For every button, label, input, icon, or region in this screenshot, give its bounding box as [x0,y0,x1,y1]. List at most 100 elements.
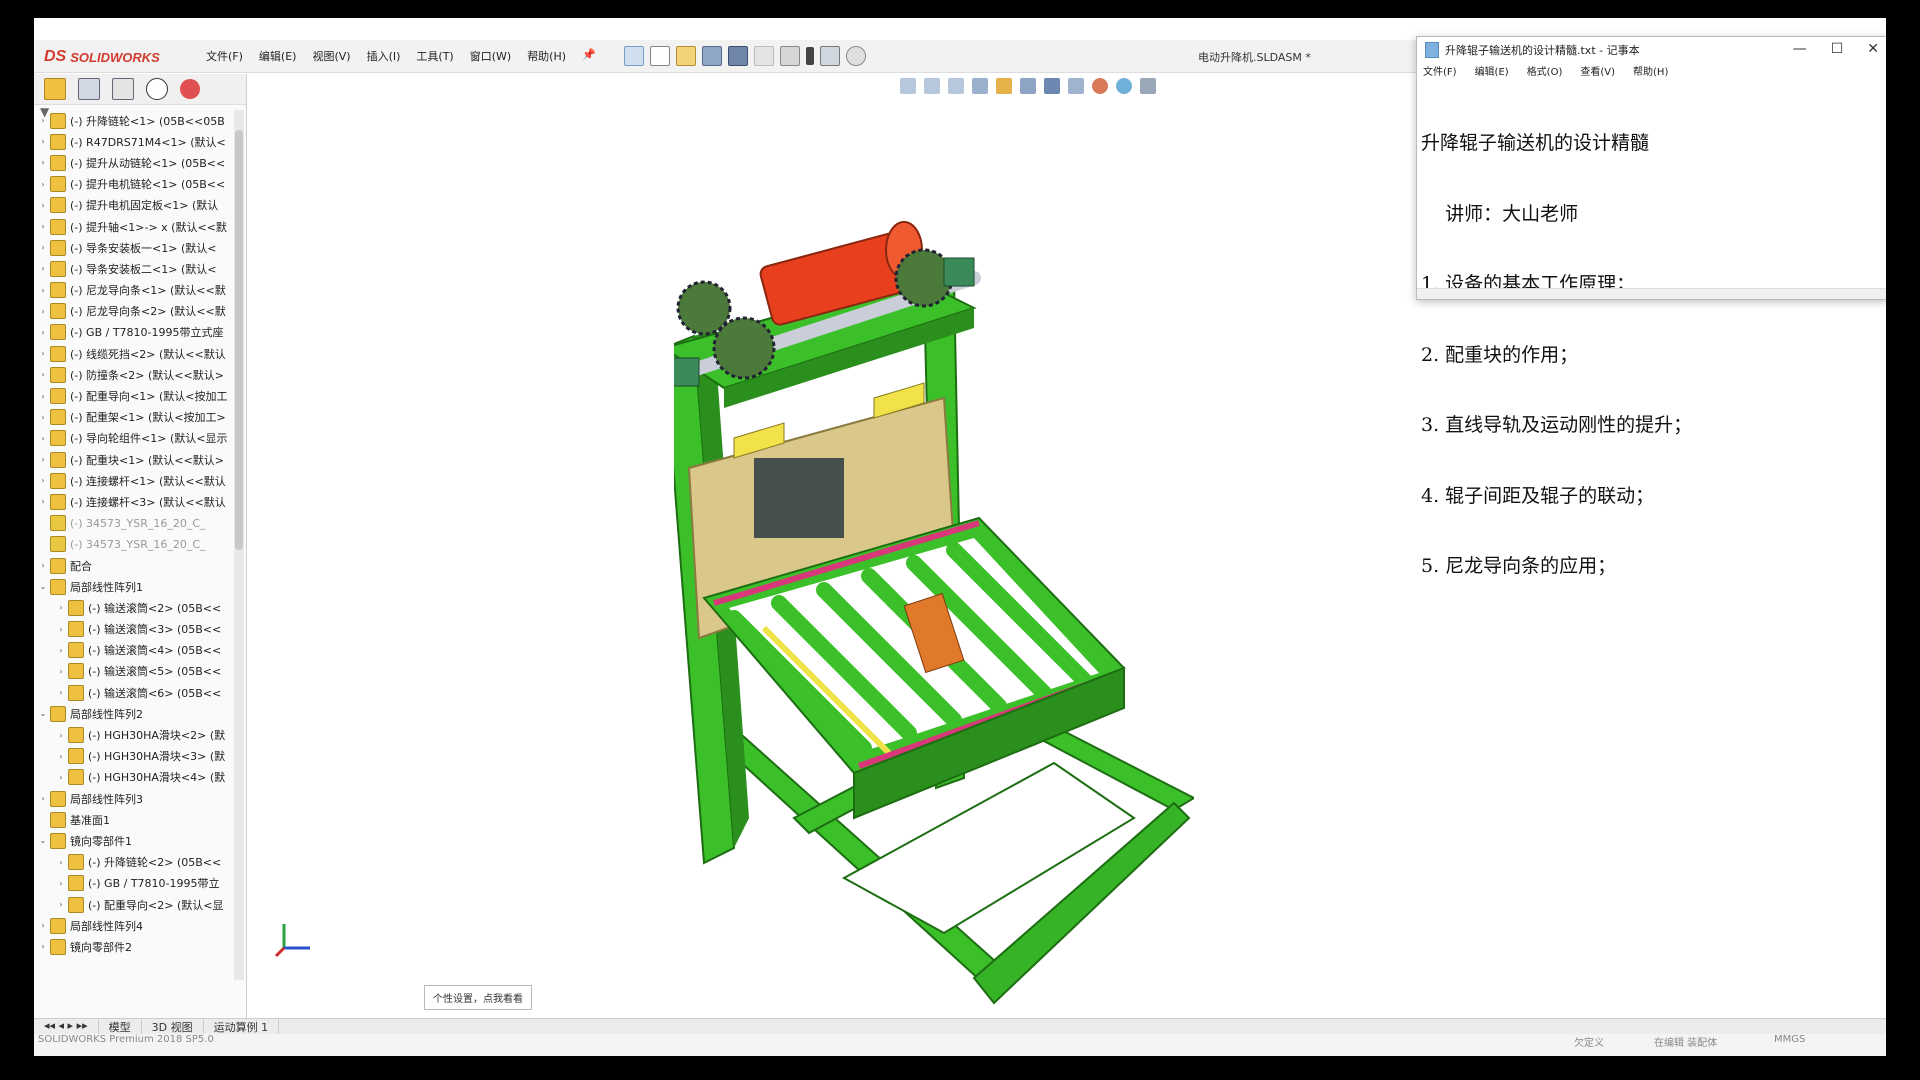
tree-item[interactable]: › (-) HGH30HA滑块<3> (默 [34,746,234,767]
expand-toggle-icon[interactable]: › [38,264,48,273]
previous-view-icon[interactable] [948,78,964,94]
expand-toggle-icon[interactable]: › [38,137,48,146]
tree-item[interactable]: › (-) 配重导向<1> (默认<按加工 [34,385,234,406]
expand-toggle-icon[interactable]: › [56,688,66,697]
menu-edit[interactable]: 编辑(E) [259,48,297,64]
tree-item[interactable]: › (-) 防撞条<2> (默认<<默认> [34,364,234,385]
minimize-button[interactable]: — [1793,41,1807,57]
display-manager-icon[interactable] [180,79,200,99]
expand-toggle-icon[interactable]: › [56,773,66,782]
expand-toggle-icon[interactable]: › [38,392,48,401]
menu-help[interactable]: 帮助(H) [527,48,566,64]
tree-item[interactable]: ⌄ 局部线性阵列1 [34,576,234,597]
tree-item[interactable]: › (-) GB / T7810-1995带立式座 [34,322,234,343]
tree-item[interactable]: › (-) 升降链轮<2> (05B<< [34,852,234,873]
expand-toggle-icon[interactable]: › [38,222,48,231]
pin-icon[interactable]: 📌 [582,48,596,64]
notepad-menu-edit[interactable]: 编辑(E) [1475,63,1509,81]
tree-item[interactable]: › (-) HGH30HA滑块<4> (默 [34,767,234,788]
tree-item[interactable]: › (-) 输送滚筒<2> (05B<< [34,597,234,618]
expand-toggle-icon[interactable]: › [38,497,48,506]
section-view-icon[interactable] [972,78,988,94]
tree-item[interactable]: › (-) 线缆死挡<2> (默认<<默认 [34,343,234,364]
tree-item[interactable]: › (-) 提升轴<1>-> x (默认<<默 [34,216,234,237]
expand-toggle-icon[interactable]: › [56,603,66,612]
tree-item[interactable]: › (-) 升降链轮<1> (05B<<05B [34,110,234,131]
tree-item[interactable]: › (-) 配重块<1> (默认<<默认> [34,449,234,470]
notepad-menu-format[interactable]: 格式(O) [1527,63,1563,81]
menu-file[interactable]: 文件(F) [206,48,243,64]
undo-icon[interactable] [754,46,774,66]
expand-toggle-icon[interactable]: › [38,455,48,464]
tree-item[interactable]: › (-) 导向轮组件<1> (默认<显示 [34,428,234,449]
select-arrow-icon[interactable] [780,46,800,66]
home-icon[interactable] [624,46,644,66]
notepad-hscrollbar[interactable] [1417,288,1886,299]
notepad-text-area[interactable]: 升降辊子输送机的设计精髓 讲师：大山老师 1. 设备的基本工作原理； 2. 配重… [1417,81,1886,626]
expand-toggle-icon[interactable]: › [38,370,48,379]
expand-toggle-icon[interactable]: › [38,243,48,252]
menu-view[interactable]: 视图(V) [312,48,350,64]
expand-toggle-icon[interactable]: › [56,731,66,740]
notepad-titlebar[interactable]: 升降辊子输送机的设计精髓.txt - 记事本 — ☐ ✕ [1417,37,1886,63]
tree-item[interactable]: › (-) 输送滚筒<5> (05B<< [34,661,234,682]
tree-item[interactable]: › (-) 导条安装板二<1> (默认< [34,258,234,279]
expand-toggle-icon[interactable]: › [56,667,66,676]
tree-item[interactable]: › (-) 提升从动链轮<1> (05B<< [34,152,234,173]
expand-toggle-icon[interactable]: › [56,646,66,655]
feature-manager-icon[interactable] [44,78,66,100]
tab-3d-views[interactable]: 3D 视图 [142,1019,204,1035]
tree-item[interactable]: › (-) 提升电机链轮<1> (05B<< [34,174,234,195]
expand-toggle-icon[interactable]: › [38,413,48,422]
menu-window[interactable]: 窗口(W) [470,48,511,64]
tree-scrollbar[interactable] [234,110,244,980]
expand-toggle-icon[interactable]: › [38,307,48,316]
print-icon[interactable] [728,46,748,66]
notepad-menu-help[interactable]: 帮助(H) [1633,63,1668,81]
tree-item[interactable]: › (-) 提升电机固定板<1> (默认 [34,195,234,216]
status-units[interactable]: MMGS [1774,1034,1805,1045]
expand-toggle-icon[interactable]: › [38,942,48,951]
tree-item[interactable]: › (-) 配重架<1> (默认<按加工> [34,407,234,428]
menu-tools[interactable]: 工具(T) [416,48,453,64]
configuration-manager-icon[interactable] [112,78,134,100]
view-orientation-icon[interactable] [1020,78,1036,94]
tree-item[interactable]: › (-) HGH30HA滑块<2> (默 [34,724,234,745]
expand-toggle-icon[interactable]: › [38,116,48,125]
tree-item[interactable]: › 镜向零部件2 [34,936,234,957]
scrollbar-thumb[interactable] [235,130,243,550]
tree-item[interactable]: › (-) 配重导向<2> (默认<显 [34,894,234,915]
tree-item[interactable]: › (-) GB / T7810-1995带立 [34,873,234,894]
expand-toggle-icon[interactable]: › [56,625,66,634]
tree-item[interactable]: › (-) 输送滚筒<6> (05B<< [34,682,234,703]
tree-item[interactable]: › 局部线性阵列3 [34,788,234,809]
zoom-to-area-icon[interactable] [924,78,940,94]
expand-toggle-icon[interactable]: › [56,900,66,909]
traffic-light-icon[interactable] [806,47,814,65]
tree-item[interactable]: › (-) 输送滚筒<3> (05B<< [34,619,234,640]
tab-model[interactable]: 模型 [99,1019,142,1035]
apply-scene-icon[interactable] [1116,78,1132,94]
expand-toggle-icon[interactable]: › [56,858,66,867]
expand-toggle-icon[interactable]: › [56,752,66,761]
tree-item[interactable]: (-) 34573_YSR_16_20_C_ [34,534,234,555]
maximize-button[interactable]: ☐ [1831,41,1844,57]
expand-toggle-icon[interactable]: › [38,921,48,930]
expand-toggle-icon[interactable]: › [38,158,48,167]
tree-item[interactable]: › 配合 [34,555,234,576]
expand-toggle-icon[interactable]: › [38,328,48,337]
property-manager-icon[interactable] [78,78,100,100]
dynamic-annotation-icon[interactable] [996,78,1012,94]
tree-item[interactable]: ⌄ 局部线性阵列2 [34,703,234,724]
notepad-menu-view[interactable]: 查看(V) [1580,63,1615,81]
file-properties-icon[interactable] [820,46,840,66]
options-gear-icon[interactable] [846,46,866,66]
open-folder-icon[interactable] [676,46,696,66]
notepad-menu-file[interactable]: 文件(F) [1423,63,1457,81]
hide-show-items-icon[interactable] [1068,78,1084,94]
tree-item[interactable]: 基准面1 [34,809,234,830]
expand-toggle-icon[interactable]: › [56,879,66,888]
solidworks-logo[interactable]: DS SOLIDWORKS [44,46,184,68]
tree-item[interactable]: › (-) 尼龙导向条<2> (默认<<默 [34,301,234,322]
expand-toggle-icon[interactable]: › [38,201,48,210]
